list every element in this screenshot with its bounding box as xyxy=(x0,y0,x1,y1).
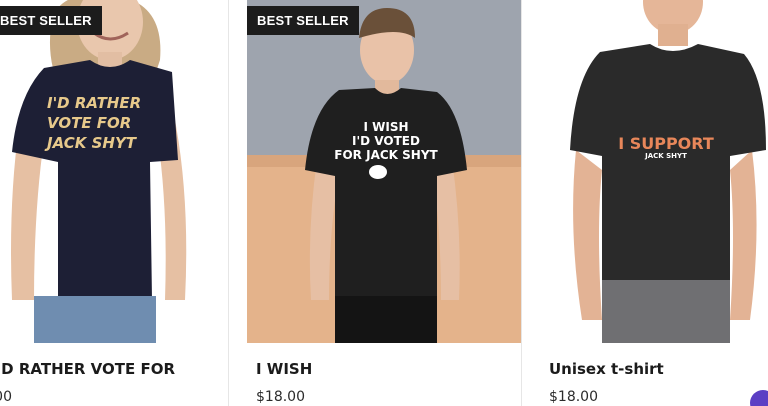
best-seller-badge: BEST SELLER xyxy=(0,6,102,35)
shirt-print-line: I SUPPORT xyxy=(618,134,714,153)
shirt-print-line: I'D VOTED xyxy=(352,134,420,148)
chat-widget-button[interactable] xyxy=(750,390,768,406)
product-card[interactable]: I'D RATHER VOTE FOR JACK SHYT BEST SELLE… xyxy=(0,0,228,406)
product-price: $18.00 xyxy=(549,389,598,405)
product-card[interactable]: I WISH I'D VOTED FOR JACK SHYT BEST SELL… xyxy=(247,0,521,406)
shirt-print-line: JACK SHYT xyxy=(44,134,138,152)
product-title[interactable]: Unisex t-shirt xyxy=(549,360,664,378)
man-in-tshirt-illustration: I SUPPORT JACK SHYT xyxy=(570,0,766,343)
product-card[interactable]: I SUPPORT JACK SHYT Unisex t-shirt $18.0… xyxy=(540,0,768,406)
product-title[interactable]: I WISH xyxy=(256,360,312,378)
product-image[interactable]: I SUPPORT JACK SHYT xyxy=(540,0,768,343)
shirt-print-line: I WISH xyxy=(363,120,408,134)
product-price: $18.00 xyxy=(256,389,305,405)
shirt-print-line: FOR JACK SHYT xyxy=(334,148,438,162)
card-divider xyxy=(521,0,522,406)
shirt-print-line: I'D RATHER xyxy=(47,94,141,112)
product-image[interactable]: I WISH I'D VOTED FOR JACK SHYT xyxy=(247,0,521,343)
woman-in-tshirt-illustration: I'D RATHER VOTE FOR JACK SHYT xyxy=(11,0,187,343)
best-seller-badge: BEST SELLER xyxy=(247,6,359,35)
shirt-print-line: JACK SHYT xyxy=(644,152,687,160)
shirt-print-line: VOTE FOR xyxy=(47,114,131,132)
man-in-tshirt-illustration: I WISH I'D VOTED FOR JACK SHYT xyxy=(247,0,521,343)
product-title[interactable]: I'D RATHER VOTE FOR xyxy=(0,360,175,378)
card-divider xyxy=(228,0,229,406)
product-price: $18.00 xyxy=(0,389,12,405)
product-image[interactable]: I'D RATHER VOTE FOR JACK SHYT xyxy=(0,0,228,343)
